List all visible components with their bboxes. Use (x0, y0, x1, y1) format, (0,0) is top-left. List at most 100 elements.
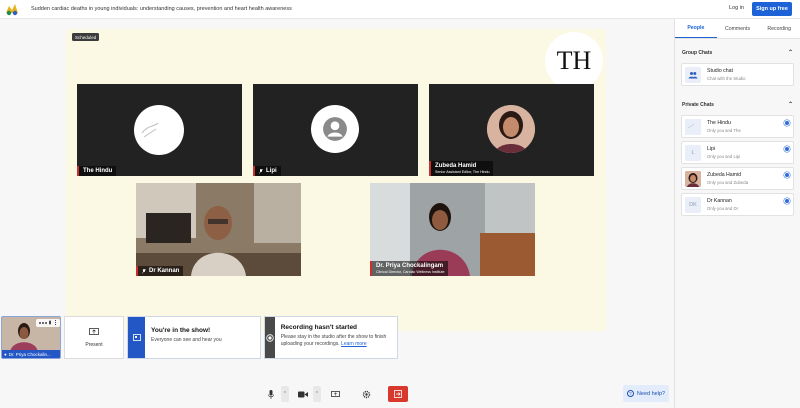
side-panel: People Comments Recording Group Chats ⌃ … (674, 19, 800, 408)
chat-subtitle: Only you and Zubeda (707, 180, 749, 185)
recording-body: Please stay in the studio after the show… (280, 334, 387, 347)
tile-nameplate: Dr Kannan (136, 266, 184, 276)
chat-name: Zubeda Hamid (707, 172, 742, 178)
chevron-up-icon: ⌃ (282, 391, 288, 397)
screen-share-icon (89, 327, 99, 335)
top-bar: Sudden cardiac deaths in young individua… (0, 0, 800, 19)
self-preview[interactable]: ● Dr. Priya Chockalin... (1, 316, 61, 359)
share-screen-button[interactable] (328, 386, 342, 402)
video-tile[interactable]: Dr Kannan (136, 183, 301, 276)
studio-page: Sudden cardiac deaths in young individua… (0, 0, 800, 408)
group-chats-header[interactable]: Group Chats ⌃ (675, 39, 800, 60)
unread-indicator (784, 120, 790, 126)
recording-notice: Recording hasn't started Please stay in … (264, 316, 398, 359)
leave-studio-button[interactable] (388, 386, 408, 402)
video-tile[interactable]: Dr. Priya Chockalingam Clinical Director… (370, 183, 535, 276)
brand-avatar-icon (141, 122, 159, 138)
unread-indicator (784, 172, 790, 178)
tile-name: Dr Kannan (149, 268, 180, 274)
broadcast-title: Sudden cardiac deaths in young individua… (31, 6, 292, 12)
tile-name: The Hindu (83, 168, 113, 174)
chat-item-lipi[interactable]: L Lipi Only you and Lipi (681, 141, 794, 164)
microphone-icon (268, 389, 274, 399)
avatar: L (685, 144, 701, 161)
screen-share-icon (330, 390, 340, 397)
stage-canvas: Scheduled TH The Hindu Lipi Zubeda Hamid… (66, 29, 606, 331)
self-label: ● Dr. Priya Chockalin... (2, 350, 60, 358)
video-tile[interactable]: Lipi (253, 84, 418, 176)
chat-item-zubeda-hamid[interactable]: Zubeda Hamid Only you and Zubeda (681, 167, 794, 190)
unread-indicator (784, 146, 790, 152)
need-help-button[interactable]: ? Need help? (623, 385, 669, 402)
chat-name: Lipi (707, 146, 716, 152)
tile-nameplate: Zubeda Hamid Senior Assistant Editor, Th… (429, 161, 494, 176)
chat-name: Studio chat (707, 68, 733, 74)
zubeda-photo-icon (487, 105, 535, 153)
tile-name: Lipi (266, 168, 277, 174)
in-show-body: Everyone can see and hear you (151, 337, 222, 343)
chat-subtitle: Only you and Lipi (707, 154, 741, 159)
unread-indicator (784, 198, 790, 204)
chat-subtitle: Only you and Dr (707, 206, 739, 211)
avatar (311, 105, 359, 153)
kannan-video-icon (136, 183, 301, 276)
person-small-icon: ● (4, 351, 7, 357)
chat-subtitle: Only you and The (707, 128, 741, 133)
avatar (685, 118, 701, 135)
tile-name: Zubeda Hamid (435, 163, 477, 169)
exit-icon (394, 390, 402, 398)
learn-more-link[interactable]: Learn more (341, 341, 367, 347)
mic-off-icon (142, 268, 146, 274)
self-video-icon (2, 317, 60, 352)
chat-item-the-hindu[interactable]: The Hindu Only you and The (681, 115, 794, 138)
chevron-up-icon: ⌃ (314, 391, 320, 397)
chat-name: The Hindu (707, 120, 731, 126)
tile-name: Dr. Priya Chockalingam (376, 263, 444, 269)
avatar (134, 105, 184, 155)
present-label: Present (85, 341, 103, 348)
stage-icon (132, 334, 141, 341)
mic-off-icon (259, 168, 263, 174)
person-icon (323, 117, 347, 141)
in-show-notice: You're in the show! Everyone can see and… (127, 316, 261, 359)
app-logo-icon[interactable] (3, 1, 21, 17)
chat-item-dr-kannan[interactable]: DK Dr Kannan Only you and Dr (681, 193, 794, 216)
tile-nameplate: Lipi (253, 166, 281, 176)
avatar (685, 170, 701, 187)
login-link[interactable]: Log in (729, 5, 744, 11)
chat-item-studio[interactable]: Studio chat Chat with the Studio (681, 63, 794, 86)
record-icon (266, 333, 274, 342)
tile-nameplate: Dr. Priya Chockalingam Clinical Director… (370, 261, 449, 276)
chat-subtitle: Chat with the Studio (707, 76, 746, 81)
group-chats-title: Group Chats (682, 49, 713, 56)
video-tile[interactable]: Zubeda Hamid Senior Assistant Editor, Th… (429, 84, 594, 176)
avatar (487, 105, 535, 153)
help-circle-icon: ? (626, 390, 634, 397)
brand-logo: TH (545, 32, 603, 90)
mic-button[interactable] (264, 386, 278, 402)
tile-role: Clinical Director, Cardiac Wellness Inst… (376, 270, 445, 274)
tab-people[interactable]: People (675, 19, 717, 38)
chevron-up-icon: ⌃ (787, 102, 793, 108)
in-show-title: You're in the show! (151, 327, 211, 334)
present-button[interactable]: Present (64, 316, 124, 359)
private-chats-title: Private Chats (682, 101, 714, 108)
video-tile[interactable]: The Hindu (77, 84, 242, 176)
tab-recording[interactable]: Recording (758, 19, 800, 38)
gear-icon (362, 390, 370, 398)
camera-options-button[interactable]: ⌃ (313, 386, 321, 402)
chat-name: Dr Kannan (707, 198, 732, 204)
signup-button[interactable]: Sign up free (752, 2, 792, 16)
control-bar: ⌃ ⌃ (0, 384, 674, 408)
private-chats-header[interactable]: Private Chats ⌃ (675, 89, 800, 112)
panel-tabs: People Comments Recording (675, 19, 800, 39)
avatar: DK (685, 196, 701, 213)
chevron-up-icon: ⌃ (787, 50, 793, 56)
tile-role: Senior Assistant Editor, The Hindu (435, 170, 490, 174)
tab-comments[interactable]: Comments (717, 19, 759, 38)
tile-nameplate: The Hindu (77, 166, 117, 176)
mic-options-button[interactable]: ⌃ (281, 386, 289, 402)
camera-button[interactable] (296, 386, 310, 402)
group-icon (685, 66, 701, 83)
settings-button[interactable] (359, 386, 373, 402)
